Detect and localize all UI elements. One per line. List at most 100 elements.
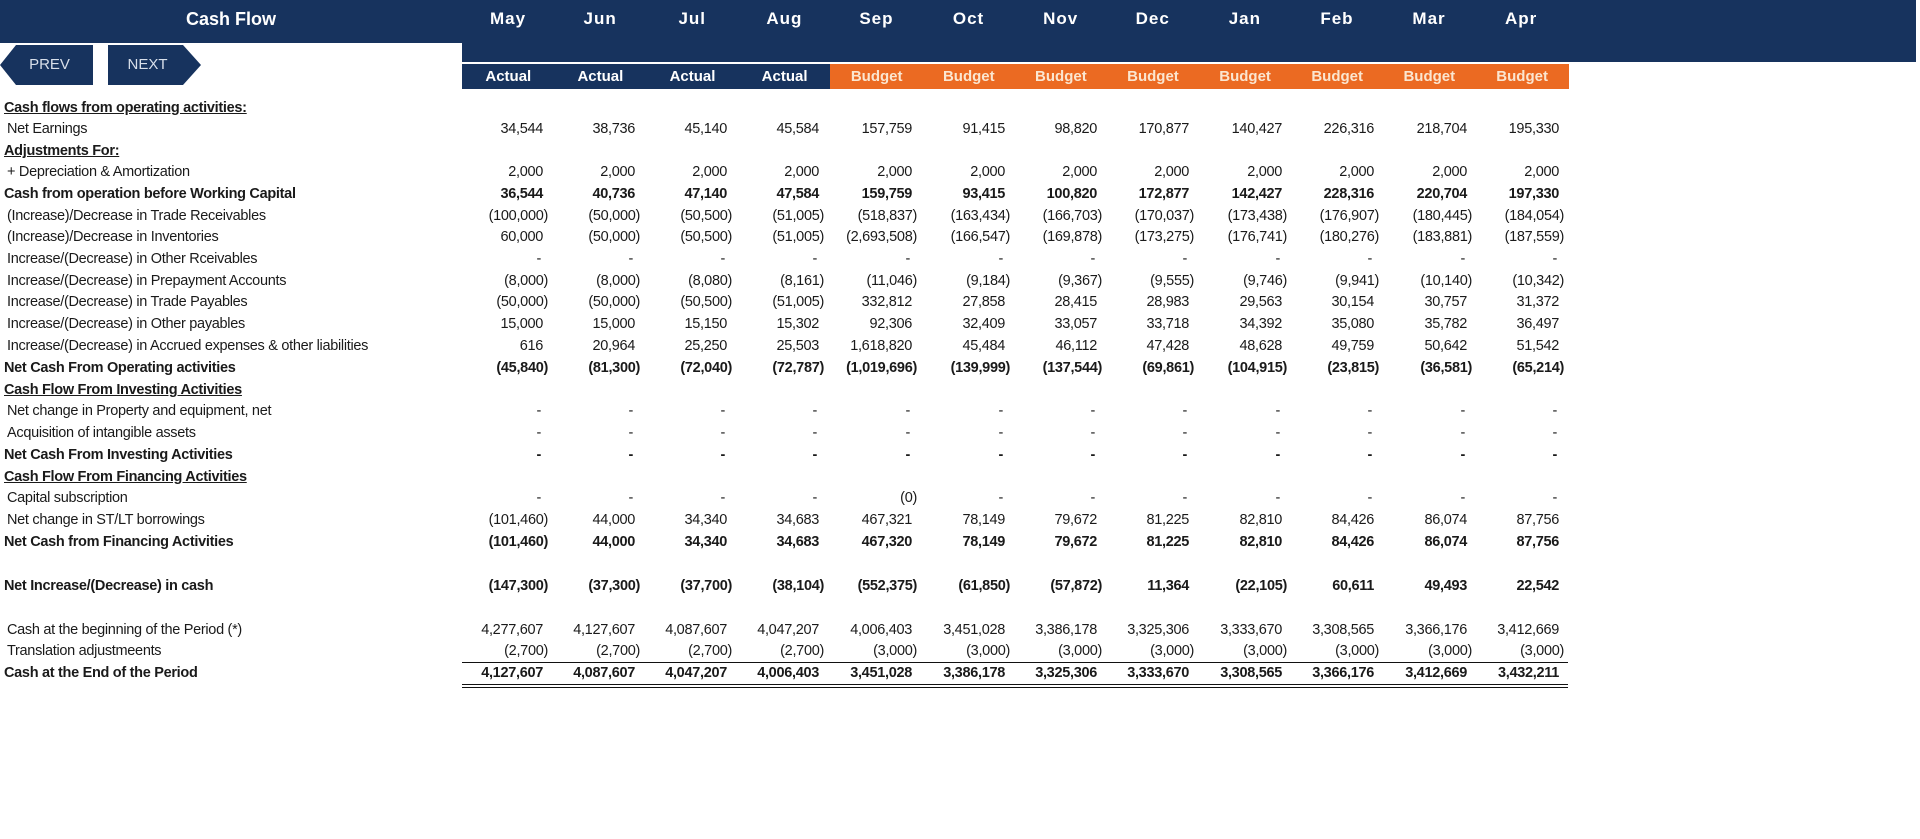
cell-apr: (3,000): [1520, 643, 1564, 659]
cell-apr: 51,542: [1516, 338, 1559, 354]
month-header-aug: Aug: [766, 9, 803, 28]
month-header-jul: Jul: [678, 9, 707, 28]
type-badge-sep: Budget: [830, 64, 923, 89]
row-label: Adjustments For:: [4, 143, 120, 159]
month-header-mar: Mar: [1412, 9, 1446, 28]
type-badge-aug: Actual: [738, 64, 831, 89]
type-badge-jul: Actual: [646, 64, 739, 89]
section-header-row: Adjustments For:: [0, 141, 1920, 162]
row-label: + Depreciation & Amortization: [7, 164, 190, 180]
row-label: Increase/(Decrease) in Trade Payables: [7, 294, 248, 310]
row-label: Net change in ST/LT borrowings: [7, 512, 205, 528]
table-row: Increase/(Decrease) in Trade Payables (50…: [0, 292, 1920, 313]
type-badge-jun: Actual: [554, 64, 647, 89]
row-label: Increase/(Decrease) in Other Rceivables: [7, 251, 258, 267]
subtotal-rule: [462, 662, 1568, 663]
table-row: Increase/(Decrease) in Other payables 15,…: [0, 314, 1920, 335]
type-badge-dec: Budget: [1106, 64, 1200, 89]
cell-apr: -: [1552, 490, 1557, 506]
row-label: Net Cash From Operating activities: [4, 360, 236, 376]
type-badge-apr: Budget: [1475, 64, 1570, 89]
table-row: Increase/(Decrease) in Accrued expenses …: [0, 336, 1920, 357]
cell-apr: -: [1552, 251, 1557, 267]
table-row: Net Cash from Financing Activities (101,4…: [0, 532, 1920, 553]
section-header-row: Cash Flow From Financing Activities: [0, 467, 1920, 488]
cell-apr: 195,330: [1508, 121, 1560, 137]
row-label: Net Cash from Financing Activities: [4, 534, 234, 550]
type-badge-may: Actual: [462, 64, 555, 89]
table-row: Net change in Property and equipment, ne…: [0, 401, 1920, 422]
row-label: (Increase)/Decrease in Trade Receivables: [7, 208, 266, 224]
table-row: (Increase)/Decrease in Trade Receivables…: [0, 206, 1920, 227]
cell-apr: 36,497: [1516, 316, 1559, 332]
cell-may: 60,000: [500, 229, 543, 245]
row-label: Net Cash From Investing Activities: [4, 447, 233, 463]
section-header-row: Cash Flow From Investing Activities: [0, 380, 1920, 401]
row-label: Cash Flow From Investing Activities: [4, 382, 242, 398]
table-row: Cash at the beginning of the Period (*) 4…: [0, 620, 1920, 641]
table-row: Net Earnings 34,544 38,736 45,140 45,584 157,…: [0, 119, 1920, 140]
row-label: Translation adjustmeents: [7, 643, 162, 659]
table-row: Increase/(Decrease) in Other Rceivables -…: [0, 249, 1920, 270]
row-label: (Increase)/Decrease in Inventories: [7, 229, 219, 245]
cell-apr: -: [1552, 447, 1557, 463]
cell-apr: 31,372: [1516, 294, 1559, 310]
type-badge-nov: Budget: [1014, 64, 1108, 89]
row-label: Net Earnings: [7, 121, 88, 137]
month-header-oct: Oct: [952, 9, 985, 28]
row-label: Net Increase/(Decrease) in cash: [4, 578, 214, 594]
table-row: + Depreciation & Amortization 2,000 2,000 2…: [0, 162, 1920, 183]
row-label: Increase/(Decrease) in Prepayment Accoun…: [7, 273, 287, 289]
type-badge-mar: Budget: [1383, 64, 1476, 89]
table-row: (Increase)/Decrease in Inventories 60,000…: [0, 227, 1920, 248]
type-badge-oct: Budget: [922, 64, 1016, 89]
page-title: Cash Flow: [185, 9, 276, 29]
cell-apr: 2,000: [1524, 164, 1559, 180]
header-bar-extension: [462, 43, 1916, 62]
row-label: Acquisition of intangible assets: [7, 425, 196, 441]
month-header-nov: Nov: [1043, 9, 1079, 28]
row-label: Increase/(Decrease) in Other payables: [7, 316, 245, 332]
prev-button[interactable]: PREV: [0, 45, 93, 85]
row-label: Cash Flow From Financing Activities: [4, 469, 247, 485]
table-row: Net Increase/(Decrease) in cash (147,300)…: [0, 576, 1920, 597]
type-badge-feb: Budget: [1290, 64, 1384, 89]
cell-apr: 3,432,211: [1497, 665, 1559, 681]
table-row: Net Cash From Investing Activities - - - - - -…: [0, 445, 1920, 466]
row-label: Cash at the End of the Period: [4, 665, 198, 681]
cell-apr: (184,054): [1504, 208, 1565, 224]
cell-apr: 3,412,669: [1497, 622, 1559, 638]
cell-apr: 197,330: [1508, 186, 1560, 202]
month-header-jun: Jun: [583, 9, 617, 28]
table-row: Net Cash From Operating activities (45,84…: [0, 358, 1920, 379]
month-header-jan: Jan: [1228, 9, 1261, 28]
cell-apr: -: [1552, 425, 1557, 441]
row-label: Increase/(Decrease) in Accrued expenses …: [7, 338, 369, 354]
total-double-rule-1: [462, 684, 1568, 685]
table-row: Increase/(Decrease) in Prepayment Accoun…: [0, 271, 1920, 292]
month-header-apr: Apr: [1505, 9, 1538, 28]
cell-aug: -: [812, 490, 817, 506]
cell-apr: (187,559): [1504, 229, 1565, 245]
next-button[interactable]: NEXT: [108, 45, 201, 85]
cell-dec: 11,364: [1147, 578, 1189, 594]
row-label: Cash flows from operating activities:: [4, 100, 247, 116]
cell-apr: -: [1552, 403, 1557, 419]
table-row: Translation adjustmeents (2,700) (2,700) (2…: [0, 641, 1920, 662]
table-row: Cash from operation before Working Capit…: [0, 184, 1920, 205]
table-row: Acquisition of intangible assets - - - - - - - -…: [0, 423, 1920, 444]
cell-apr: 22,542: [1516, 578, 1559, 594]
type-badge-jan: Budget: [1198, 64, 1292, 89]
cell-apr: 87,756: [1516, 534, 1559, 550]
row-label: Net change in Property and equipment, ne…: [7, 403, 272, 419]
row-label: Cash at the beginning of the Period (*): [7, 622, 242, 638]
table-row: Net change in ST/LT borrowings (101,460) 4…: [0, 510, 1920, 531]
cell-apr: (65,214): [1512, 360, 1564, 376]
cell-apr: (10,342): [1512, 273, 1564, 289]
table-row: Capital subscription - - - - (0) - - - - - - -: [0, 488, 1920, 509]
section-header-row: Cash flows from operating activities:: [0, 98, 1920, 119]
row-label: Capital subscription: [7, 490, 128, 506]
total-double-rule-2: [462, 687, 1568, 688]
month-header-feb: Feb: [1320, 9, 1354, 28]
month-header-dec: Dec: [1135, 9, 1170, 28]
